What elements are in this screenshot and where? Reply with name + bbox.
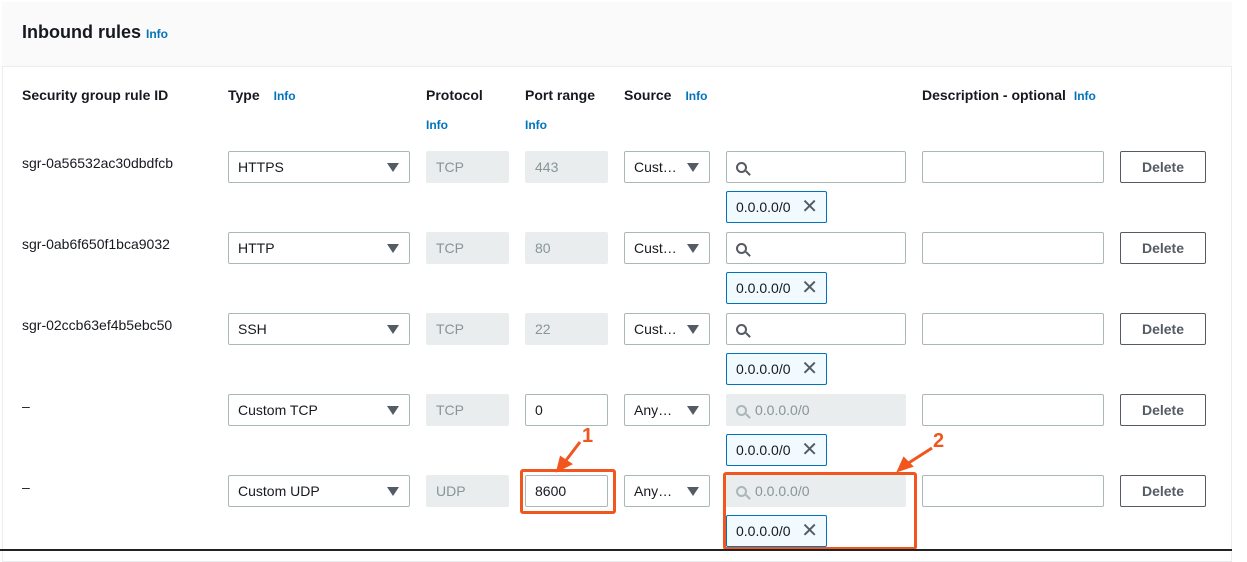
source-value: Any… xyxy=(634,483,673,499)
source-value: Cust… xyxy=(634,159,677,175)
caret-down-icon xyxy=(687,487,699,496)
type-select[interactable]: SSH xyxy=(228,313,410,345)
cidr-token: 0.0.0.0/0 ✕ xyxy=(726,353,827,385)
protocol-info-link[interactable]: Info xyxy=(426,118,448,132)
annotation-box-2 xyxy=(723,472,917,550)
col-description-label: Description - optional xyxy=(922,87,1066,103)
caret-down-icon xyxy=(387,163,399,172)
type-value: HTTP xyxy=(238,240,275,256)
source-search-input[interactable] xyxy=(726,313,906,345)
protocol-field: TCP xyxy=(426,151,509,183)
type-value: SSH xyxy=(238,321,267,337)
search-icon xyxy=(736,324,747,335)
source-search-input[interactable] xyxy=(726,232,906,264)
port-range-input[interactable]: 0 xyxy=(525,394,608,426)
rule-id: sgr-0ab6f650f1bca9032 xyxy=(22,236,170,252)
caret-down-icon xyxy=(687,244,699,253)
protocol-field: UDP xyxy=(426,475,509,507)
port-range-input: 22 xyxy=(525,313,608,345)
delete-button[interactable]: Delete xyxy=(1120,313,1206,345)
cidr-token-label: 0.0.0.0/0 xyxy=(736,199,791,215)
col-type-label: Type xyxy=(228,87,260,103)
delete-button[interactable]: Delete xyxy=(1120,232,1206,264)
type-select[interactable]: HTTPS xyxy=(228,151,410,183)
description-input[interactable] xyxy=(922,475,1104,507)
type-select[interactable]: HTTP xyxy=(228,232,410,264)
type-select[interactable]: Custom TCP xyxy=(228,394,410,426)
caret-down-icon xyxy=(387,487,399,496)
cidr-token: 0.0.0.0/0 ✕ xyxy=(726,272,827,304)
cidr-token: 0.0.0.0/0 ✕ xyxy=(726,191,827,223)
type-value: Custom TCP xyxy=(238,402,318,418)
cidr-token-label: 0.0.0.0/0 xyxy=(736,361,791,377)
panel-header xyxy=(2,2,1232,67)
search-icon xyxy=(736,405,747,416)
delete-button[interactable]: Delete xyxy=(1120,151,1206,183)
info-link[interactable]: Info xyxy=(146,27,168,41)
description-input[interactable] xyxy=(922,151,1104,183)
caret-down-icon xyxy=(387,325,399,334)
description-input[interactable] xyxy=(922,313,1104,345)
col-protocol: Protocol xyxy=(426,87,483,103)
close-icon[interactable]: ✕ xyxy=(801,354,818,384)
delete-button[interactable]: Delete xyxy=(1120,394,1206,426)
rule-id: – xyxy=(22,479,30,495)
col-type: Type Info xyxy=(228,87,296,103)
description-input[interactable] xyxy=(922,232,1104,264)
col-port-range: Port range xyxy=(525,87,596,103)
divider xyxy=(0,549,1232,551)
source-search-input: 0.0.0.0/0 xyxy=(726,394,906,426)
page-title: Inbound rules Info xyxy=(22,22,168,43)
close-icon[interactable]: ✕ xyxy=(801,273,818,303)
search-icon xyxy=(736,243,747,254)
cidr-token-label: 0.0.0.0/0 xyxy=(736,280,791,296)
col-source: Source Info xyxy=(624,87,707,103)
port-info-link[interactable]: Info xyxy=(525,118,547,132)
type-select[interactable]: Custom UDP xyxy=(228,475,410,507)
port-range-input: 80 xyxy=(525,232,608,264)
delete-button[interactable]: Delete xyxy=(1120,475,1206,507)
title-text: Inbound rules xyxy=(22,22,141,42)
source-select[interactable]: Any… xyxy=(624,475,710,507)
description-input[interactable] xyxy=(922,394,1104,426)
source-select[interactable]: Cust… xyxy=(624,232,710,264)
search-placeholder: 0.0.0.0/0 xyxy=(755,402,810,418)
source-info-link[interactable]: Info xyxy=(685,89,707,103)
source-select[interactable]: Any… xyxy=(624,394,710,426)
rule-id: sgr-0a56532ac30dbdfcb xyxy=(22,155,174,171)
caret-down-icon xyxy=(687,325,699,334)
caret-down-icon xyxy=(687,163,699,172)
source-search-input[interactable] xyxy=(726,151,906,183)
caret-down-icon xyxy=(387,406,399,415)
type-value: Custom UDP xyxy=(238,483,320,499)
rule-id: – xyxy=(22,398,30,414)
protocol-field: TCP xyxy=(426,394,509,426)
annotation-arrows xyxy=(555,441,933,473)
type-info-link[interactable]: Info xyxy=(274,89,296,103)
rule-id: sgr-02ccb63ef4b5ebc50 xyxy=(22,317,173,333)
caret-down-icon xyxy=(387,244,399,253)
col-description: Description - optional Info xyxy=(922,87,1096,103)
source-value: Cust… xyxy=(634,240,677,256)
source-select[interactable]: Cust… xyxy=(624,151,710,183)
source-value: Cust… xyxy=(634,321,677,337)
protocol-field: TCP xyxy=(426,232,509,264)
description-info-link[interactable]: Info xyxy=(1074,89,1096,103)
caret-down-icon xyxy=(687,406,699,415)
close-icon[interactable]: ✕ xyxy=(801,192,818,222)
source-select[interactable]: Cust… xyxy=(624,313,710,345)
annotation-box-1 xyxy=(520,469,616,514)
type-value: HTTPS xyxy=(238,159,284,175)
col-rule-id: Security group rule ID xyxy=(22,87,169,103)
port-range-input: 443 xyxy=(525,151,608,183)
source-value: Any… xyxy=(634,402,673,418)
col-source-label: Source xyxy=(624,87,672,103)
search-icon xyxy=(736,162,747,173)
protocol-field: TCP xyxy=(426,313,509,345)
